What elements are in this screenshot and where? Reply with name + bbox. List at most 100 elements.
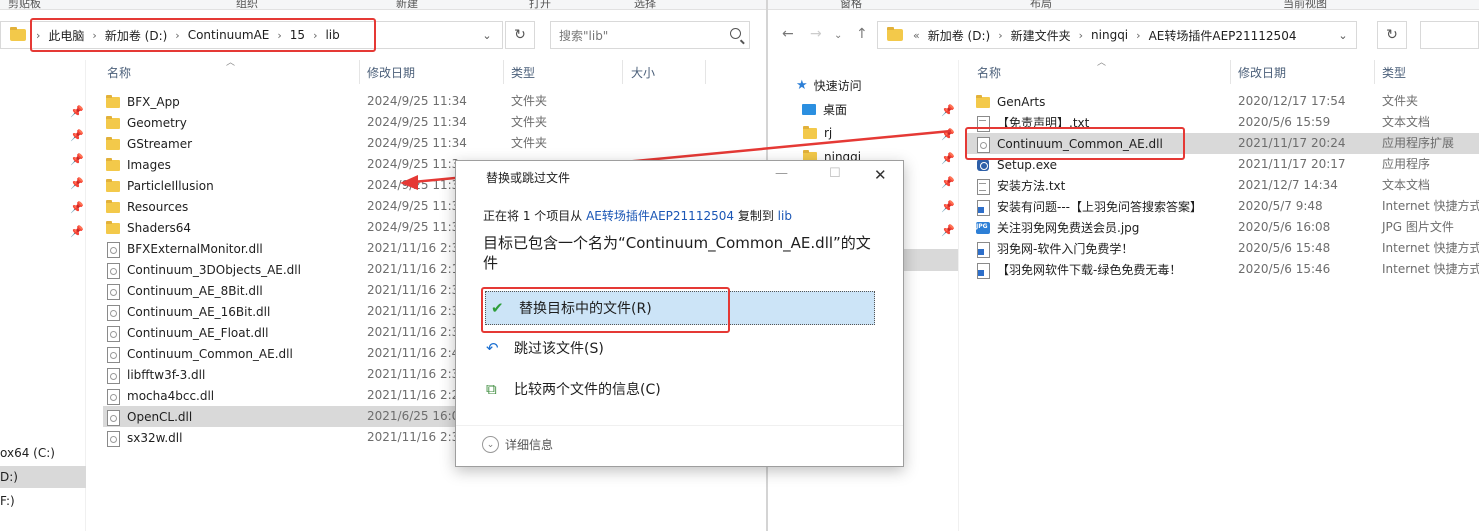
right-search-input[interactable] (1420, 21, 1479, 49)
file-row[interactable]: Continuum_Common_AE.dll (105, 343, 293, 364)
pin-icon[interactable]: 📌 (941, 176, 955, 189)
column-divider[interactable] (503, 60, 504, 84)
file-row[interactable]: 关注羽免网免费送会员.jpg (975, 217, 1139, 238)
chevron-right-icon[interactable]: › (994, 29, 1006, 42)
details-toggle[interactable]: ⌄ 详细信息 (482, 436, 553, 453)
chevron-right-icon[interactable]: › (1075, 29, 1087, 42)
file-row[interactable]: Geometry (105, 112, 187, 133)
pin-icon[interactable]: 📌 (70, 129, 84, 142)
skip-file-button[interactable]: ↶ 跳过该文件(S) (486, 331, 604, 365)
pin-icon[interactable]: 📌 (70, 105, 84, 118)
pin-icon[interactable]: 📌 (941, 104, 955, 117)
ribbon-group-open[interactable]: 打开 (529, 0, 551, 9)
column-type[interactable]: 类型 (1382, 60, 1406, 84)
file-row[interactable]: Continuum_3DObjects_AE.dll (105, 259, 301, 280)
column-divider[interactable] (705, 60, 706, 84)
highlight-left-path (30, 18, 376, 52)
file-row[interactable]: BFXExternalMonitor.dll (105, 238, 263, 259)
pin-icon[interactable]: 📌 (70, 225, 84, 238)
column-divider[interactable] (1374, 60, 1375, 84)
file-row[interactable]: Resources (105, 196, 188, 217)
nav-drive-d[interactable]: D:) (0, 466, 86, 488)
file-row[interactable]: BFX_App (105, 91, 180, 112)
column-divider[interactable] (359, 60, 360, 84)
nav-desktop[interactable]: 桌面 (802, 98, 847, 120)
refresh-button[interactable]: ↻ (505, 21, 535, 49)
file-row[interactable]: Continuum_AE_8Bit.dll (105, 280, 263, 301)
breadcrumb-new-folder[interactable]: 新建文件夹 (1007, 27, 1075, 44)
file-row[interactable]: 羽免网-软件入门免费学！ (975, 238, 1133, 259)
up-arrow-icon[interactable]: ↑ (856, 26, 868, 42)
nav-rj[interactable]: rj (802, 122, 832, 144)
file-row[interactable]: libfftw3f-3.dll (105, 364, 205, 385)
file-date-modified: 2021/11/16 2:2 (367, 388, 460, 402)
refresh-button[interactable]: ↻ (1377, 21, 1407, 49)
maximize-icon[interactable]: ☐ (829, 166, 841, 181)
file-row[interactable]: 安装有问题---【上羽免问答搜索答案】 (975, 196, 1202, 217)
file-row[interactable]: Continuum_AE_Float.dll (105, 322, 268, 343)
pin-icon[interactable]: 📌 (70, 201, 84, 214)
file-row[interactable]: Shaders64 (105, 217, 191, 238)
pin-icon[interactable]: 📌 (941, 224, 955, 237)
right-address-bar[interactable]: « 新加卷 (D:) › 新建文件夹 › ningqi › AE转场插件AEP2… (877, 21, 1357, 49)
file-row[interactable]: GenArts (975, 91, 1045, 112)
compare-files-button[interactable]: ⧉ 比较两个文件的信息(C) (486, 372, 661, 406)
file-row[interactable]: 【羽免网软件下载-绿色免费无毒！ (975, 259, 1181, 280)
column-type[interactable]: 类型 (511, 60, 535, 84)
pin-icon[interactable]: 📌 (941, 128, 955, 141)
nav-selected-item[interactable] (904, 249, 958, 271)
column-name[interactable]: 名称 (977, 60, 1001, 84)
search-icon[interactable] (730, 28, 741, 39)
column-date-modified[interactable]: 修改日期 (1238, 60, 1286, 84)
ribbon-group-select[interactable]: 选择 (634, 0, 656, 9)
pin-icon[interactable]: 📌 (941, 152, 955, 165)
destination-folder-link[interactable]: lib (778, 209, 792, 223)
nav-quick-access[interactable]: ★ 快速访问 (796, 74, 862, 96)
column-name[interactable]: 名称 (107, 60, 131, 84)
file-name: Continuum_3DObjects_AE.dll (127, 262, 301, 277)
pin-icon[interactable]: 📌 (70, 153, 84, 166)
nav-drive-f[interactable]: F:) (0, 490, 15, 512)
dll-file-icon (105, 367, 121, 384)
file-row[interactable]: mocha4bcc.dll (105, 385, 214, 406)
column-divider[interactable] (622, 60, 623, 84)
file-type: JPG 图片文件 (1382, 220, 1454, 234)
dll-file-icon (105, 346, 121, 363)
address-history-dropdown[interactable]: ⌄ (472, 21, 502, 49)
nav-drive-c[interactable]: ox64 (C:) (0, 442, 55, 464)
minimize-icon[interactable]: — (775, 166, 788, 181)
chevron-right-icon[interactable]: › (1132, 29, 1144, 42)
column-size[interactable]: 大小 (631, 60, 655, 84)
ribbon-group-current-view[interactable]: 当前视图 (1283, 0, 1327, 9)
column-date-modified[interactable]: 修改日期 (367, 60, 415, 84)
ribbon-group-layout[interactable]: 布局 (1030, 0, 1052, 9)
breadcrumb-ningqi[interactable]: ningqi (1087, 28, 1132, 42)
breadcrumb-plugin-folder[interactable]: AE转场插件AEP21112504 (1145, 27, 1301, 44)
ribbon-group-new[interactable]: 新建 (396, 0, 418, 9)
file-row[interactable]: ParticleIllusion (105, 175, 214, 196)
ribbon-group-organize[interactable]: 组织 (236, 0, 258, 9)
ribbon-group-panes[interactable]: 窗格 (840, 0, 862, 9)
file-row[interactable]: GStreamer (105, 133, 192, 154)
close-button[interactable]: ✕ (874, 166, 887, 184)
pin-icon[interactable]: 📌 (70, 177, 84, 190)
replace-or-skip-dialog: 替换或跳过文件 — ☐ ✕ 正在将 1 个项目从 AE转场插件AEP211125… (455, 160, 904, 467)
breadcrumb-drive-d[interactable]: 新加卷 (D:) (924, 27, 994, 44)
forward-arrow-icon[interactable]: → (810, 26, 822, 42)
recent-locations-icon[interactable]: ⌄ (834, 30, 842, 41)
file-row[interactable]: 安装方法.txt (975, 175, 1065, 196)
overflow-chevron-icon[interactable]: « (909, 29, 924, 42)
back-arrow-icon[interactable]: ← (782, 26, 794, 42)
ribbon-group-clipboard[interactable]: 剪贴板 (8, 0, 41, 9)
left-search-input[interactable]: 搜索"lib" (550, 21, 750, 49)
source-folder-link[interactable]: AE转场插件AEP21112504 (586, 209, 734, 223)
file-row[interactable]: sx32w.dll (105, 427, 182, 448)
star-icon: ★ (796, 77, 808, 93)
file-date-modified: 2020/5/6 16:08 (1238, 220, 1331, 234)
file-row[interactable]: Continuum_AE_16Bit.dll (105, 301, 270, 322)
file-row[interactable]: Images (105, 154, 171, 175)
pin-icon[interactable]: 📌 (941, 200, 955, 213)
address-history-dropdown[interactable]: ⌄ (1328, 21, 1358, 49)
file-row[interactable]: OpenCL.dll (105, 406, 192, 427)
column-divider[interactable] (1230, 60, 1231, 84)
